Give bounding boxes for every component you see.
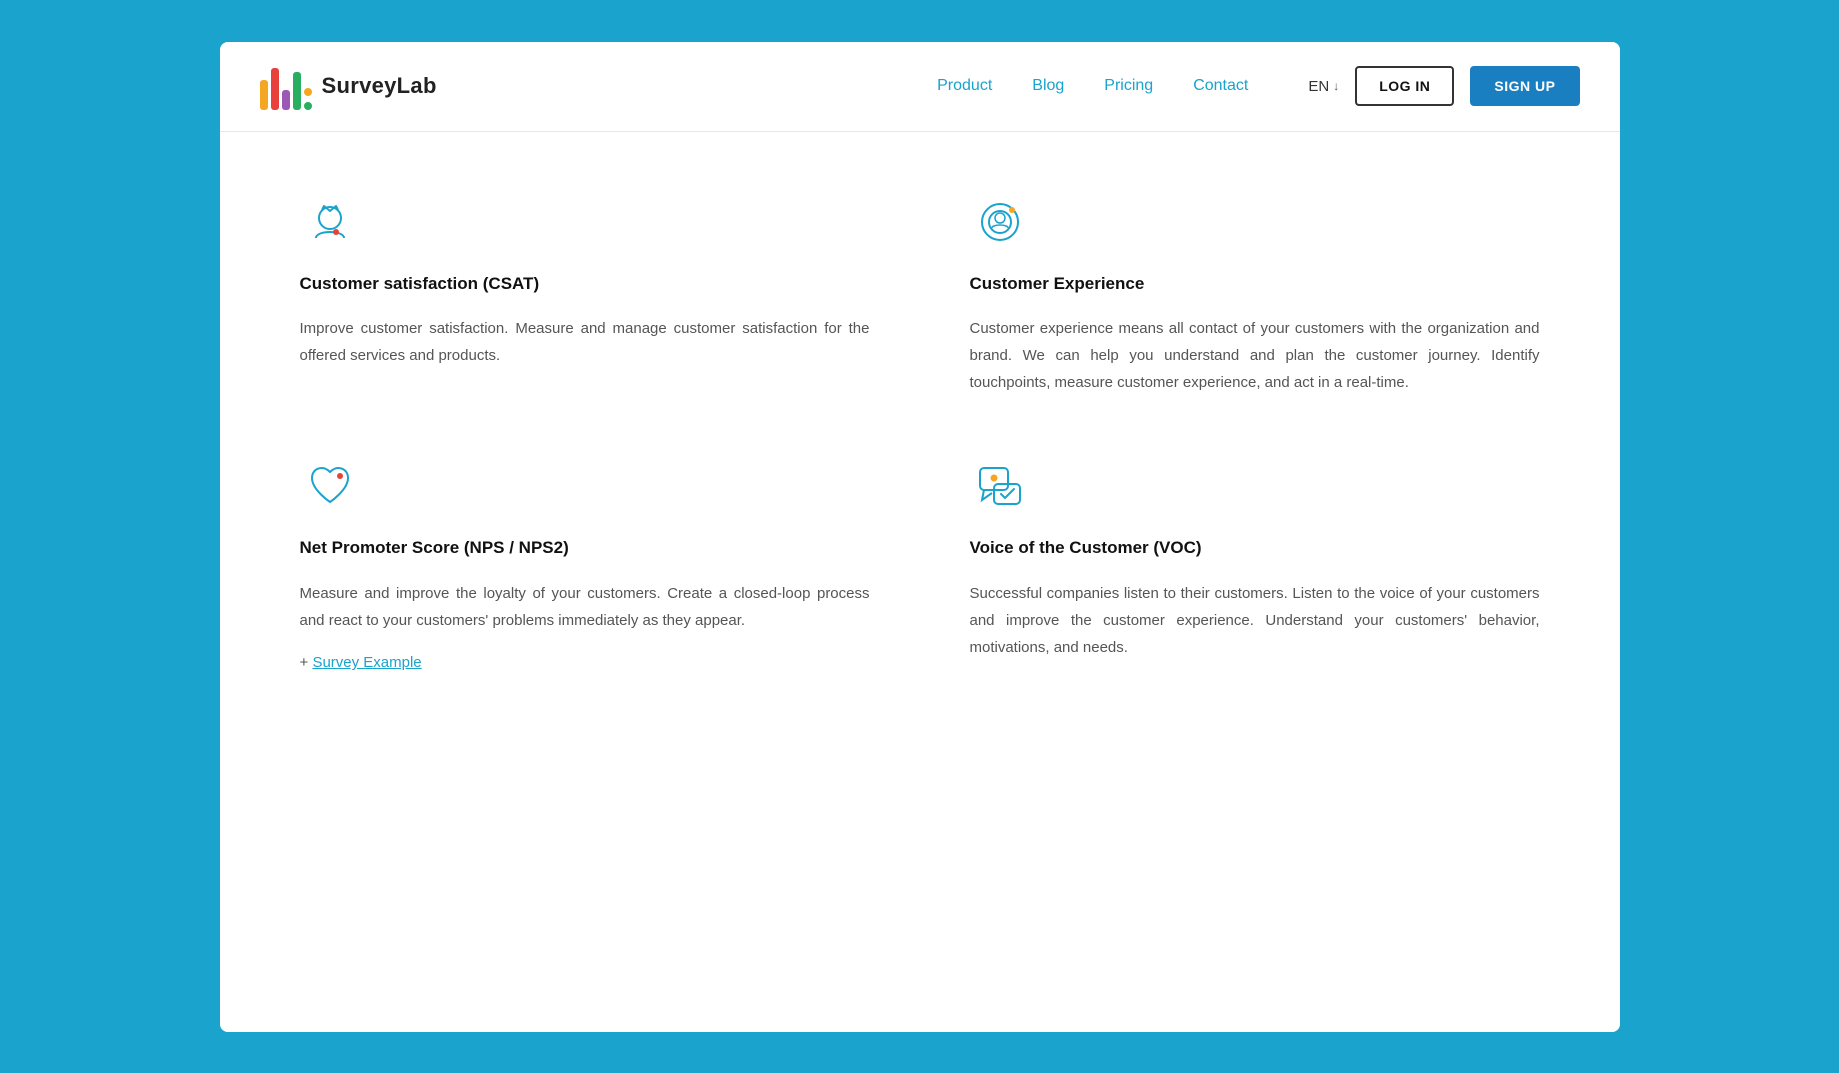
feature-card-nps: Net Promoter Score (NPS / NPS2) Measure … [300,456,870,672]
logo[interactable]: SurveyLab [260,62,437,110]
nav-blog[interactable]: Blog [1032,77,1064,95]
chevron-down-icon: ↓ [1333,79,1339,93]
nps-survey-link[interactable]: Survey Example [312,654,421,671]
cx-desc: Customer experience means all contact of… [970,315,1540,396]
logo-icon [260,62,312,110]
signup-button[interactable]: SIGN UP [1470,66,1579,106]
lang-label: EN [1308,78,1329,95]
main-content: Customer satisfaction (CSAT) Improve cus… [220,132,1620,1032]
nps-title: Net Promoter Score (NPS / NPS2) [300,536,870,560]
nps-link-prefix: + [300,654,313,671]
nps-link-container: + Survey Example [300,654,870,672]
header: SurveyLab Product Blog Pricing Contact E… [220,42,1620,132]
language-selector[interactable]: EN ↓ [1308,78,1339,95]
feature-card-voc: Voice of the Customer (VOC) Successful c… [970,456,1540,672]
header-actions: EN ↓ LOG IN SIGN UP [1308,66,1579,106]
nav-pricing[interactable]: Pricing [1104,77,1153,95]
voc-icon [970,456,1030,516]
login-button[interactable]: LOG IN [1355,66,1454,106]
cx-icon [970,192,1030,252]
nps-desc: Measure and improve the loyalty of your … [300,580,870,634]
csat-title: Customer satisfaction (CSAT) [300,272,870,296]
nps-icon [300,456,360,516]
logo-text: SurveyLab [322,73,437,99]
features-grid: Customer satisfaction (CSAT) Improve cus… [300,192,1540,673]
csat-desc: Improve customer satisfaction. Measure a… [300,315,870,369]
nav-contact[interactable]: Contact [1193,77,1248,95]
feature-card-cx: Customer Experience Customer experience … [970,192,1540,397]
nav-product[interactable]: Product [937,77,992,95]
voc-title: Voice of the Customer (VOC) [970,536,1540,560]
cx-title: Customer Experience [970,272,1540,296]
csat-icon [300,192,360,252]
feature-card-csat: Customer satisfaction (CSAT) Improve cus… [300,192,870,397]
main-nav: Product Blog Pricing Contact [937,77,1248,95]
voc-desc: Successful companies listen to their cus… [970,580,1540,661]
